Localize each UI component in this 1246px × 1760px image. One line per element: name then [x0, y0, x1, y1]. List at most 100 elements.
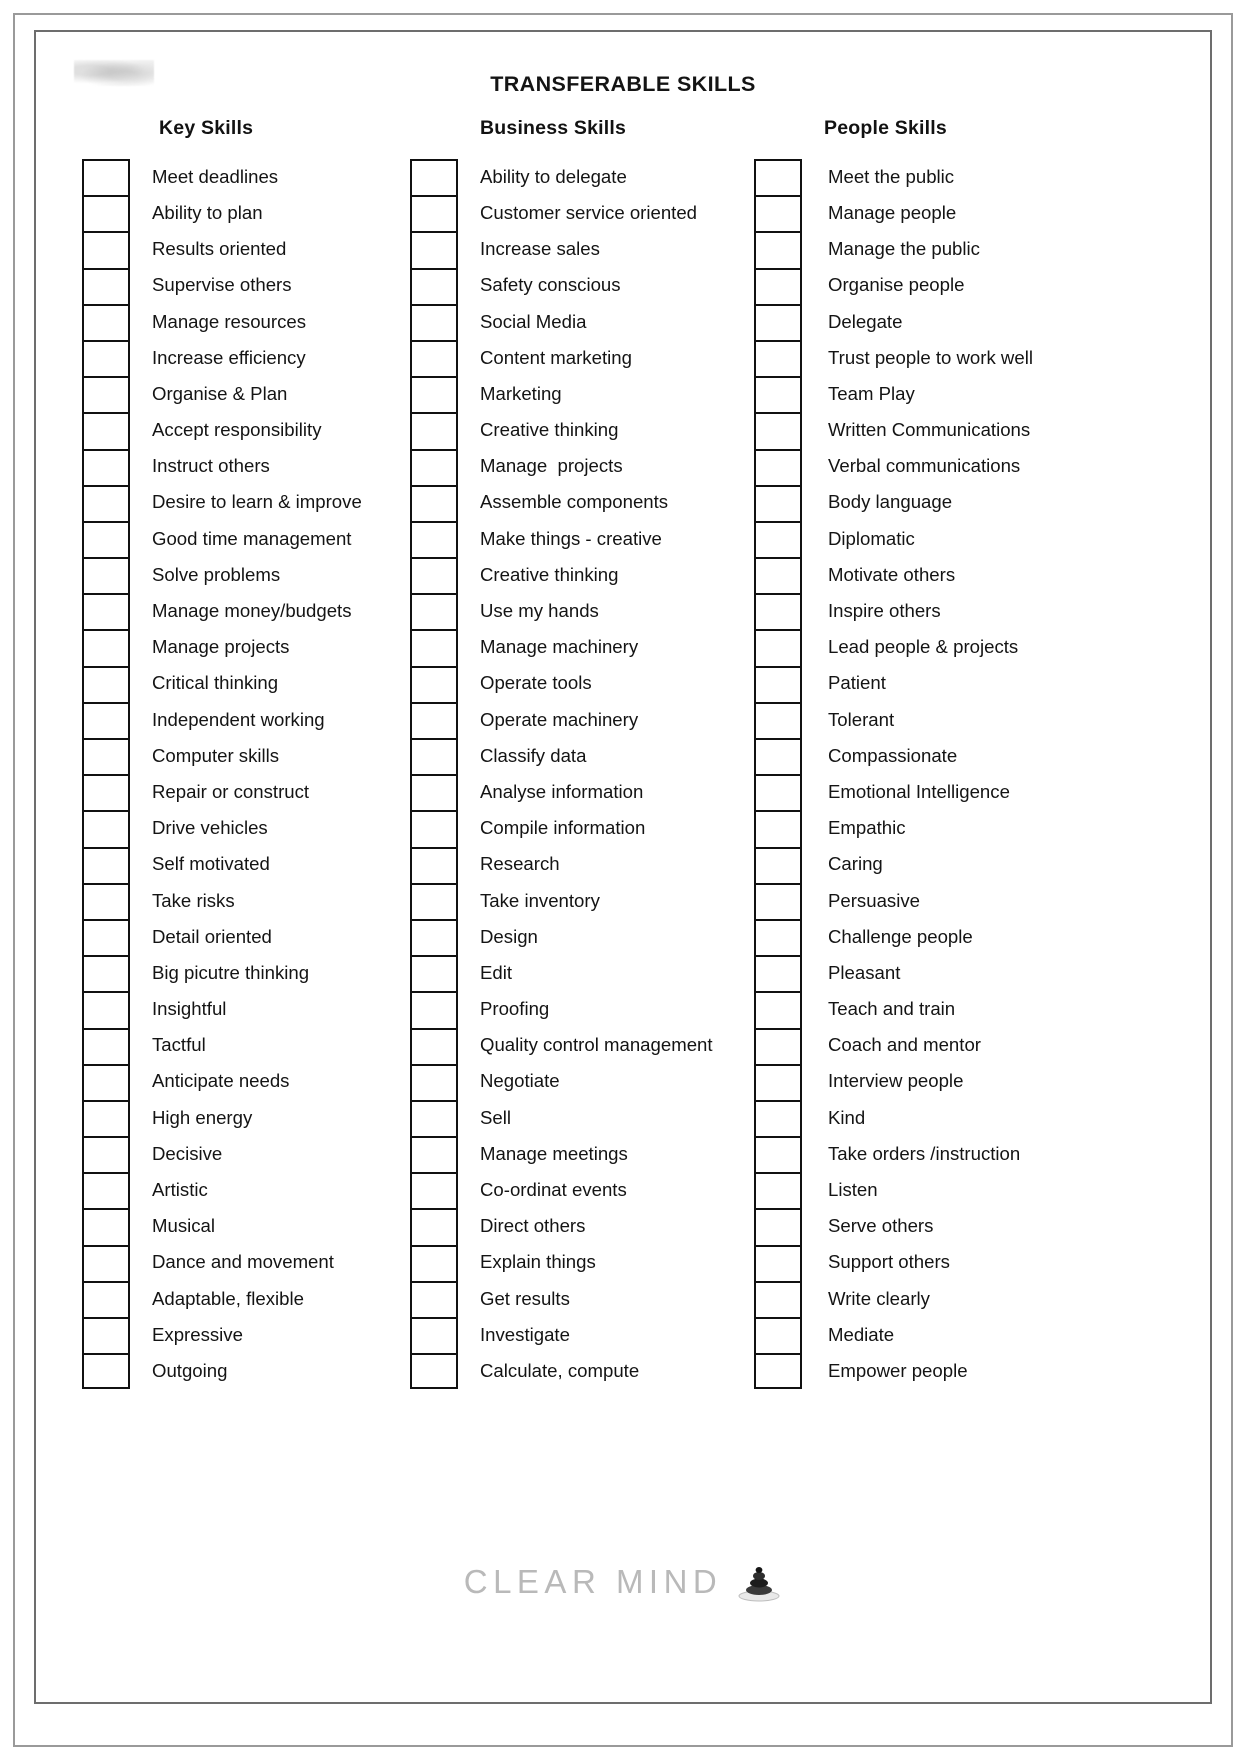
checkbox[interactable]	[82, 1208, 130, 1245]
checkbox[interactable]	[410, 484, 458, 521]
checkbox[interactable]	[410, 1136, 458, 1173]
checkbox[interactable]	[754, 339, 802, 377]
checkbox[interactable]	[754, 1317, 802, 1354]
checkbox[interactable]	[82, 231, 130, 268]
checkbox[interactable]	[82, 665, 130, 702]
checkbox[interactable]	[754, 376, 802, 413]
checkbox[interactable]	[754, 448, 802, 485]
checkbox[interactable]	[754, 1136, 802, 1173]
checkbox[interactable]	[82, 484, 130, 521]
checkbox[interactable]	[410, 1172, 458, 1209]
checkbox[interactable]	[754, 629, 802, 666]
checkbox[interactable]	[410, 955, 458, 992]
checkbox[interactable]	[754, 557, 802, 594]
checkbox[interactable]	[82, 1172, 130, 1209]
checkbox[interactable]	[410, 1280, 458, 1317]
checkbox[interactable]	[754, 412, 802, 449]
checkbox[interactable]	[410, 412, 458, 449]
checkbox[interactable]	[410, 918, 458, 956]
checkbox[interactable]	[82, 1099, 130, 1137]
checkbox[interactable]	[410, 738, 458, 775]
checkbox[interactable]	[410, 846, 458, 883]
checkbox[interactable]	[82, 955, 130, 992]
checkbox[interactable]	[82, 882, 130, 919]
checkbox[interactable]	[410, 267, 458, 304]
checkbox[interactable]	[82, 303, 130, 340]
checkbox[interactable]	[82, 557, 130, 594]
checkbox[interactable]	[410, 231, 458, 268]
checkbox[interactable]	[410, 376, 458, 413]
checkbox[interactable]	[754, 738, 802, 775]
checkbox[interactable]	[410, 991, 458, 1028]
checkbox[interactable]	[82, 701, 130, 738]
checkbox[interactable]	[410, 1027, 458, 1064]
checkbox[interactable]	[754, 846, 802, 883]
checkbox[interactable]	[82, 520, 130, 558]
checkbox[interactable]	[754, 955, 802, 992]
checkbox[interactable]	[754, 1280, 802, 1317]
checkbox[interactable]	[410, 810, 458, 847]
checkbox[interactable]	[754, 1244, 802, 1281]
checkbox[interactable]	[754, 1172, 802, 1209]
checkbox[interactable]	[82, 593, 130, 630]
checkbox[interactable]	[754, 1027, 802, 1064]
checkbox[interactable]	[82, 1244, 130, 1281]
checkbox[interactable]	[82, 991, 130, 1028]
checkbox[interactable]	[410, 1244, 458, 1281]
checkbox[interactable]	[410, 665, 458, 702]
checkbox[interactable]	[754, 774, 802, 811]
checkbox[interactable]	[82, 1136, 130, 1173]
checkbox[interactable]	[82, 846, 130, 883]
checkbox[interactable]	[754, 882, 802, 919]
checkbox[interactable]	[410, 339, 458, 377]
checkbox[interactable]	[82, 629, 130, 666]
checkbox[interactable]	[410, 557, 458, 594]
checkbox[interactable]	[82, 195, 130, 232]
checkbox[interactable]	[754, 195, 802, 232]
checkbox[interactable]	[82, 738, 130, 775]
checkbox[interactable]	[82, 1063, 130, 1100]
checkbox[interactable]	[82, 774, 130, 811]
checkbox[interactable]	[754, 1063, 802, 1100]
checkbox[interactable]	[410, 701, 458, 738]
checkbox[interactable]	[82, 1353, 130, 1390]
checkbox[interactable]	[410, 882, 458, 919]
checkbox[interactable]	[754, 701, 802, 738]
checkbox[interactable]	[82, 448, 130, 485]
checkbox[interactable]	[410, 448, 458, 485]
checkbox[interactable]	[82, 918, 130, 956]
checkbox[interactable]	[82, 339, 130, 377]
checkbox[interactable]	[82, 1027, 130, 1064]
checkbox[interactable]	[410, 1353, 458, 1390]
checkbox[interactable]	[754, 918, 802, 956]
checkbox[interactable]	[754, 1099, 802, 1137]
checkbox[interactable]	[410, 1208, 458, 1245]
checkbox[interactable]	[754, 520, 802, 558]
checkbox[interactable]	[410, 629, 458, 666]
checkbox[interactable]	[410, 520, 458, 558]
checkbox[interactable]	[754, 267, 802, 304]
checkbox[interactable]	[82, 1280, 130, 1317]
checkbox[interactable]	[410, 774, 458, 811]
checkbox[interactable]	[82, 159, 130, 196]
checkbox[interactable]	[754, 593, 802, 630]
checkbox[interactable]	[754, 665, 802, 702]
checkbox[interactable]	[410, 1063, 458, 1100]
checkbox[interactable]	[754, 159, 802, 196]
checkbox[interactable]	[410, 1317, 458, 1354]
checkbox[interactable]	[754, 1208, 802, 1245]
checkbox[interactable]	[754, 810, 802, 847]
checkbox[interactable]	[754, 231, 802, 268]
checkbox[interactable]	[410, 159, 458, 196]
checkbox[interactable]	[82, 376, 130, 413]
checkbox[interactable]	[82, 267, 130, 304]
checkbox[interactable]	[410, 303, 458, 340]
checkbox[interactable]	[754, 1353, 802, 1390]
checkbox[interactable]	[754, 484, 802, 521]
checkbox[interactable]	[410, 195, 458, 232]
checkbox[interactable]	[82, 412, 130, 449]
checkbox[interactable]	[410, 1099, 458, 1137]
checkbox[interactable]	[754, 991, 802, 1028]
checkbox[interactable]	[82, 1317, 130, 1354]
checkbox[interactable]	[82, 810, 130, 847]
